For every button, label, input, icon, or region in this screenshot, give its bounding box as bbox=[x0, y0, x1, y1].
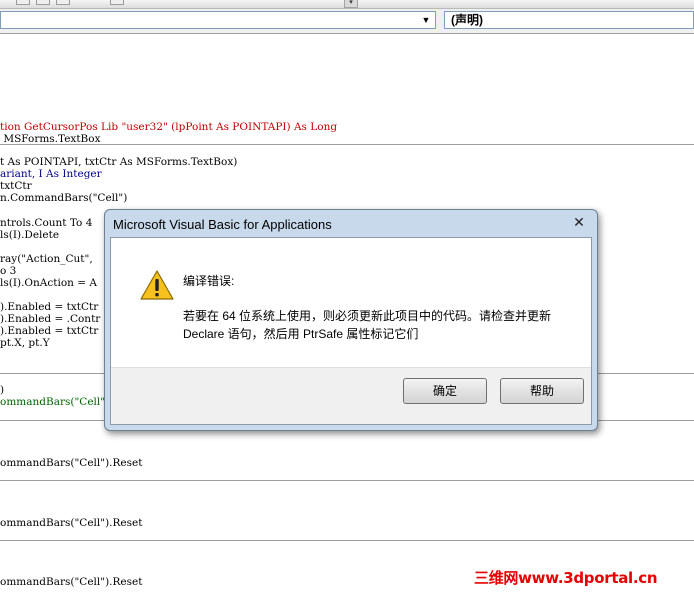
error-message-line: Declare 语句，然后用 PtrSafe 属性标记它们 bbox=[183, 327, 419, 341]
code-line[interactable]: tion GetCursorPos Lib "user32" (lpPoint … bbox=[0, 121, 337, 133]
toolbar-button[interactable] bbox=[36, 0, 50, 5]
code-line[interactable]: ntrols.Count To 4 bbox=[0, 217, 92, 229]
code-line[interactable]: ommandBars("Cell"). bbox=[0, 396, 113, 408]
toolbar-button[interactable] bbox=[110, 0, 124, 5]
procedure-separator bbox=[0, 144, 694, 145]
code-line[interactable]: ).Enabled = .Contr bbox=[0, 313, 100, 325]
code-line[interactable]: ray("Action_Cut", bbox=[0, 253, 93, 265]
code-line[interactable]: ommandBars("Cell").Reset bbox=[0, 517, 142, 529]
error-message-line: 若要在 64 位系统上使用，则必须更新此项目中的代码。请检查并更新 bbox=[183, 309, 552, 323]
warning-icon bbox=[140, 270, 174, 300]
code-line[interactable]: ).Enabled = txtCtr bbox=[0, 301, 98, 313]
code-line[interactable]: o 3 bbox=[0, 265, 16, 277]
dropdown-arrow-icon[interactable]: ▼ bbox=[419, 13, 433, 27]
procedure-separator bbox=[0, 540, 694, 541]
error-heading: 编译错误: bbox=[183, 274, 235, 288]
code-line[interactable]: pt.X, pt.Y bbox=[0, 337, 50, 349]
help-button[interactable]: 帮助 bbox=[500, 378, 584, 404]
code-line[interactable]: ) bbox=[0, 384, 4, 396]
dialog-button-bar: 确定 帮助 bbox=[111, 367, 591, 424]
code-line[interactable]: ariant, I As Integer bbox=[0, 168, 102, 180]
close-icon[interactable]: ✕ bbox=[567, 214, 591, 230]
object-dropdown[interactable]: ▼ bbox=[0, 11, 436, 29]
dialog-title: Microsoft Visual Basic for Applications bbox=[113, 217, 332, 232]
code-line[interactable]: n.CommandBars("Cell") bbox=[0, 192, 127, 204]
code-line[interactable]: t As POINTAPI, txtCtr As MSForms.TextBox… bbox=[0, 156, 237, 168]
code-line[interactable]: ls(I).Delete bbox=[0, 229, 59, 241]
procedure-separator bbox=[0, 480, 694, 481]
code-window-combo-bar: ▼ (声明) bbox=[0, 9, 694, 34]
code-line[interactable]: ommandBars("Cell").Reset bbox=[0, 457, 142, 469]
scroll-down-icon[interactable]: ▾ bbox=[344, 0, 358, 8]
code-line[interactable]: ls(I).OnAction = A bbox=[0, 277, 97, 289]
procedure-dropdown[interactable]: (声明) bbox=[444, 11, 694, 29]
procedure-dropdown-value: (声明) bbox=[451, 13, 483, 27]
compile-error-dialog: Microsoft Visual Basic for Applications … bbox=[104, 209, 598, 431]
ok-button[interactable]: 确定 bbox=[403, 378, 487, 404]
code-line[interactable]: txtCtr bbox=[0, 180, 32, 192]
dialog-body: 编译错误: 若要在 64 位系统上使用，则必须更新此项目中的代码。请检查并更新 … bbox=[110, 237, 592, 425]
code-line[interactable]: ).Enabled = txtCtr bbox=[0, 325, 98, 337]
toolbar-strip: ▾ bbox=[0, 0, 694, 9]
code-line[interactable]: ommandBars("Cell").Reset bbox=[0, 576, 142, 588]
site-watermark: 三维网www.3dportal.cn bbox=[474, 569, 658, 587]
toolbar-button[interactable] bbox=[56, 0, 70, 5]
toolbar-button[interactable] bbox=[16, 0, 30, 5]
